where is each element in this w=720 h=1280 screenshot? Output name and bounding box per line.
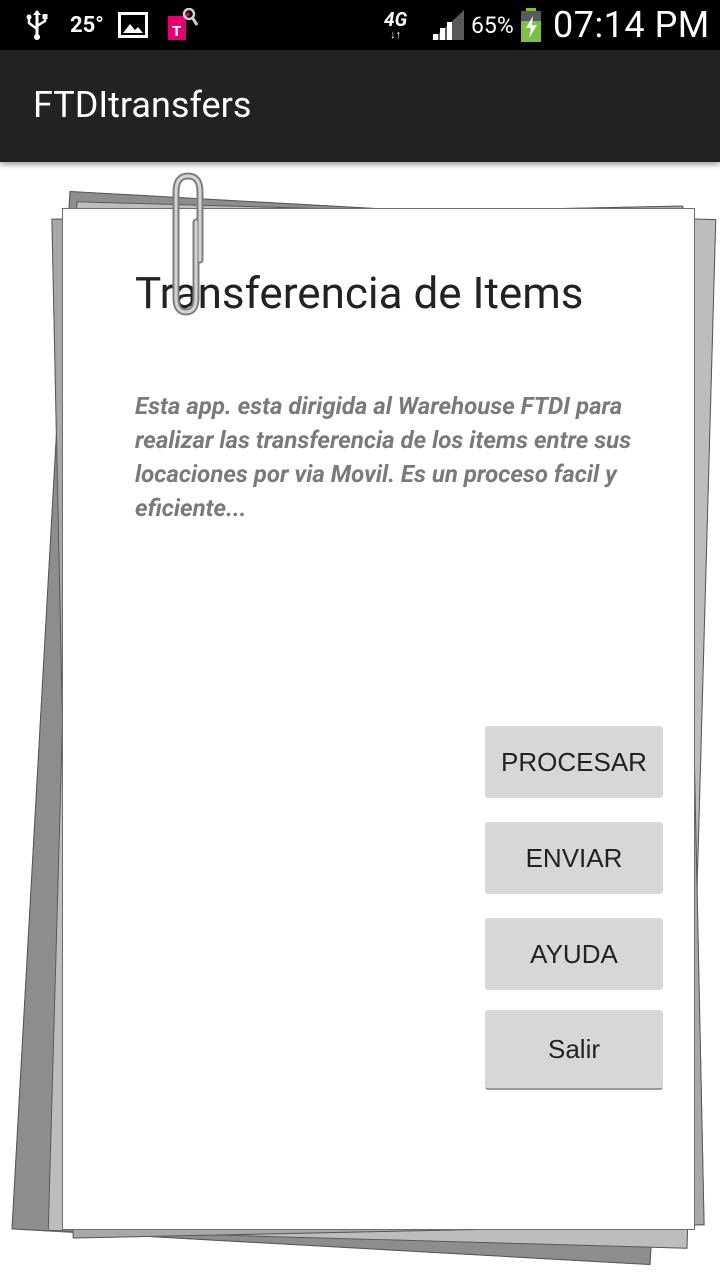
clock: 07:14 PM — [553, 4, 710, 46]
enviar-button[interactable]: ENVIAR — [485, 822, 663, 894]
status-bar: 25° T 4G ↓↑ 65% 07:14 PM — [0, 0, 720, 50]
battery-charging-icon — [518, 0, 546, 50]
usb-icon — [24, 0, 52, 50]
battery-percentage: 65% — [471, 11, 514, 39]
temperature-label: 25° — [70, 12, 104, 38]
action-bar: FTDItransfers — [0, 50, 720, 162]
network-4g-indicator: 4G ↓↑ — [384, 0, 407, 50]
gallery-icon — [118, 0, 148, 50]
t-mobile-icon: T — [164, 0, 200, 50]
paperclip-icon — [160, 170, 216, 322]
card-description: Esta app. esta dirigida al Warehouse FTD… — [135, 392, 632, 522]
ayuda-button[interactable]: AYUDA — [485, 918, 663, 990]
signal-icon — [430, 0, 466, 50]
network-type-label: 4G — [384, 8, 408, 31]
salir-button[interactable]: Salir — [485, 1010, 663, 1090]
svg-text:T: T — [172, 23, 181, 40]
app-title: FTDItransfers — [33, 84, 252, 126]
procesar-button[interactable]: PROCESAR — [485, 726, 663, 798]
paper-card: Transferencia de Items Esta app. esta di… — [62, 208, 695, 1230]
data-arrows-icon: ↓↑ — [390, 28, 402, 41]
